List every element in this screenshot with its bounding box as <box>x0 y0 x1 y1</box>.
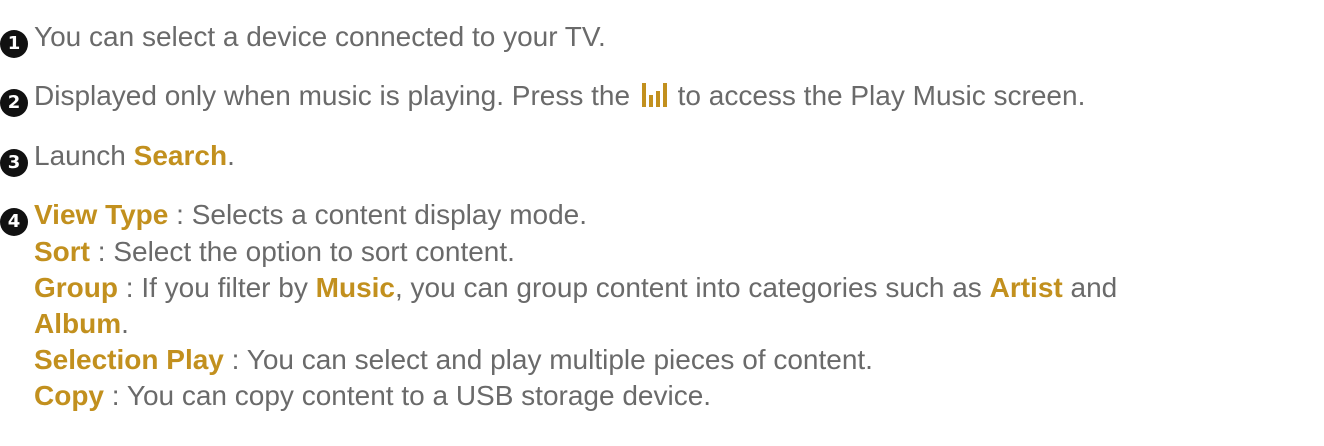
item-3-text-before: Launch <box>34 140 126 171</box>
selection-play-desc: : You can select and play multiple piece… <box>223 344 873 375</box>
group-desc-2: , you can group content into categories … <box>395 272 990 303</box>
item-1-text: You can select a device connected to you… <box>34 21 606 52</box>
music-bars-icon <box>641 83 667 107</box>
item-1: 1 You can select a device connected to yo… <box>0 19 606 58</box>
number-2-badge: 2 <box>0 89 28 117</box>
group-desc-4: . <box>121 308 129 339</box>
copy-desc: : You can copy content to a USB storage … <box>104 380 712 411</box>
item-2-text-before: Displayed only when music is playing. Pr… <box>34 80 631 111</box>
album-keyword: Album <box>34 308 122 339</box>
item-4: 4 View Type : Selects a content display m… <box>0 197 587 236</box>
selection-play-option: Selection Play : You can select and play… <box>34 342 873 378</box>
item-3-text-after: . <box>227 140 235 171</box>
view-type-label: View Type <box>34 199 169 230</box>
search-keyword: Search <box>133 140 228 171</box>
number-1-badge: 1 <box>0 30 28 58</box>
sort-label: Sort <box>34 236 90 267</box>
number-4-badge: 4 <box>0 208 28 236</box>
group-label: Group <box>34 272 118 303</box>
item-2: 2 Displayed only when music is playing. P… <box>0 78 1085 117</box>
copy-label: Copy <box>34 380 104 411</box>
group-desc-1: : If you filter by <box>118 272 316 303</box>
item-2-text-after: to access the Play Music screen. <box>677 80 1086 111</box>
sort-desc: : Select the option to sort content. <box>90 236 515 267</box>
group-option: Group : If you filter by Music, you can … <box>34 270 1117 306</box>
group-option-cont: Album. <box>34 306 129 342</box>
sort-option: Sort : Select the option to sort content… <box>34 234 515 270</box>
artist-keyword: Artist <box>989 272 1063 303</box>
number-3-badge: 3 <box>0 149 28 177</box>
copy-option: Copy : You can copy content to a USB sto… <box>34 378 711 414</box>
music-keyword: Music <box>315 272 395 303</box>
item-3: 3 Launch Search. <box>0 138 235 177</box>
selection-play-label: Selection Play <box>34 344 224 375</box>
group-desc-3: and <box>1062 272 1118 303</box>
view-type-desc: : Selects a content display mode. <box>168 199 588 230</box>
